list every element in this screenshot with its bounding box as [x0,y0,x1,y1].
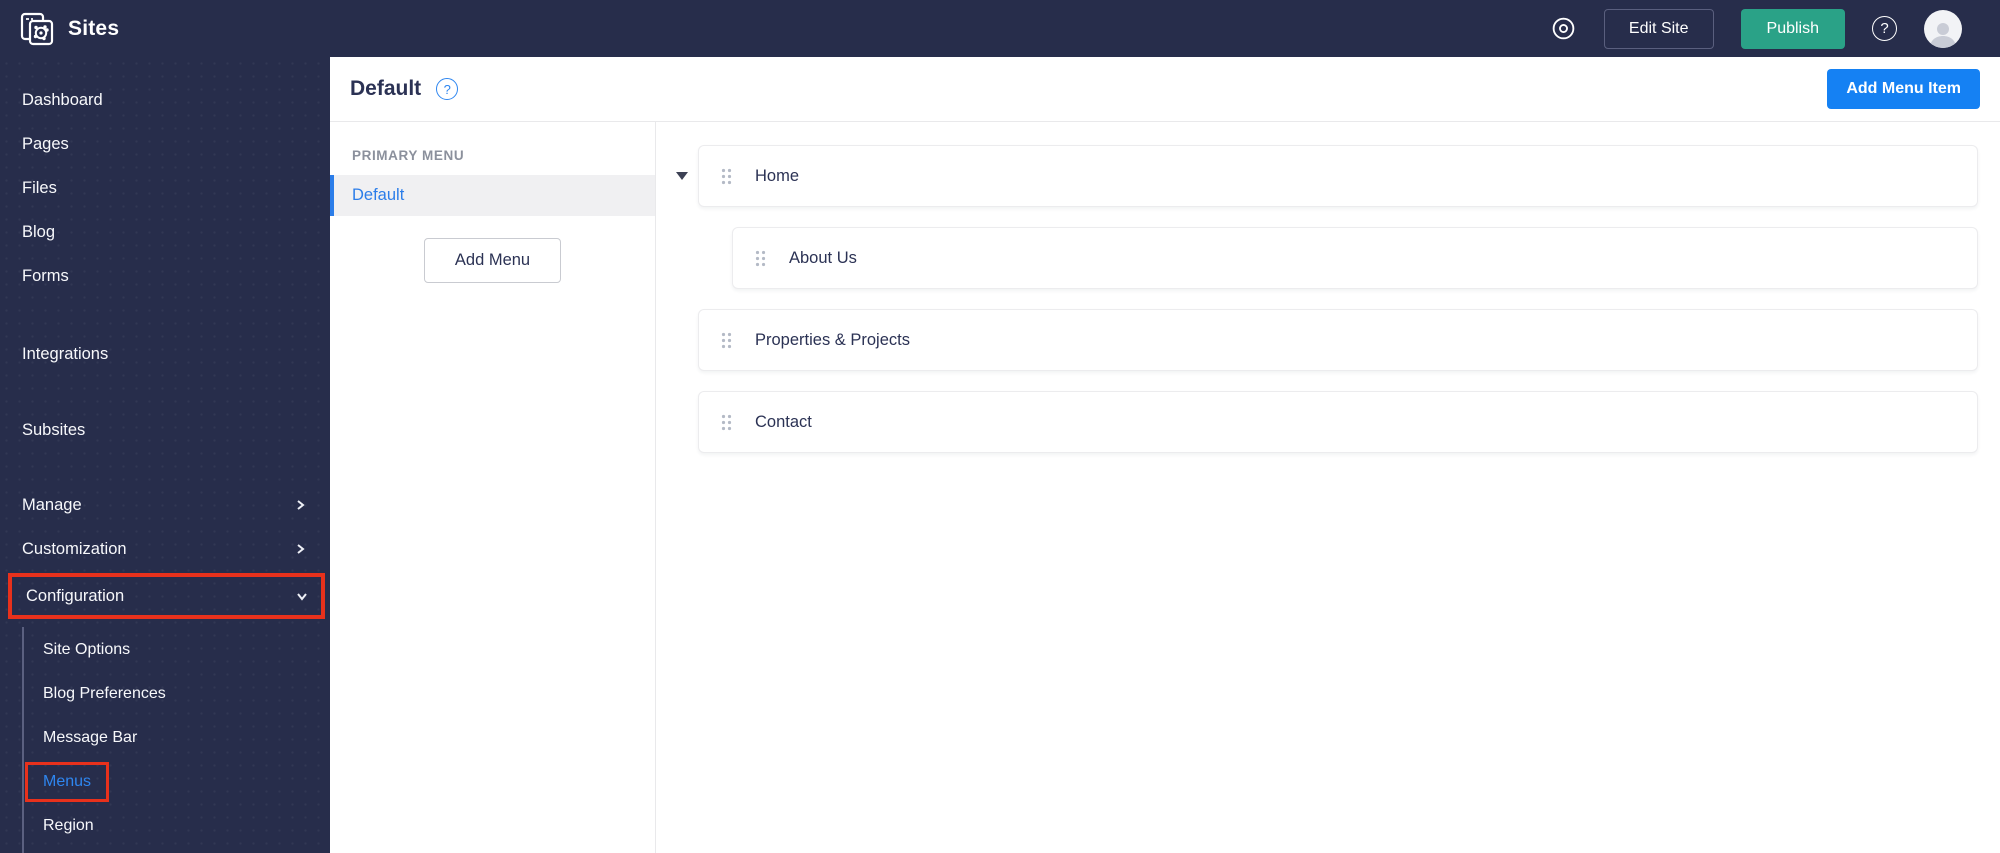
top-bar: Sites Edit Site Publish ? [0,0,2000,57]
menu-item-label: Home [755,166,800,185]
sidebar-group-configuration-label: Configuration [26,586,125,605]
preview-eye-icon[interactable] [1550,15,1577,42]
sidebar-group-configuration[interactable]: Configuration [8,573,325,619]
sidebar-item-pages[interactable]: Pages [0,122,330,166]
sidebar-group-manage[interactable]: Manage [0,483,330,527]
sidebar-item-menus[interactable]: Menus [0,760,330,804]
sidebar-item-dashboard[interactable]: Dashboard [0,78,330,122]
sites-logo-icon [18,10,56,48]
sidebar-item-blog[interactable]: Blog [0,210,330,254]
menu-item-label: About Us [789,248,857,267]
sidebar-group-manage-label: Manage [22,495,82,514]
page-title: Default [350,77,422,100]
menu-item-card-home[interactable]: Home [698,145,1978,207]
chevron-right-icon [297,500,305,510]
menu-item-label: Contact [755,412,812,431]
sidebar-item-files[interactable]: Files [0,166,330,210]
edit-site-button[interactable]: Edit Site [1603,8,1714,49]
chevron-right-icon [297,544,305,554]
menu-item-row: Properties & Projects [656,309,1978,371]
sidebar-group-customization-label: Customization [22,539,127,558]
app-title: Sites [68,16,120,40]
page-header: Default ? Add Menu Item [330,57,2000,122]
menu-item-label: Properties & Projects [755,330,910,349]
menus-annotation-box: Menus [25,762,110,802]
menu-item-row: About Us [656,227,1978,289]
add-menu-button[interactable]: Add Menu [423,238,562,283]
sidebar-item-forms[interactable]: Forms [0,254,330,298]
sidebar-group-customization[interactable]: Customization [0,527,330,571]
menu-item-card-properties-projects[interactable]: Properties & Projects [698,309,1978,371]
menu-items-list: Home About Us Properties & Projects Cont… [656,122,2000,853]
add-menu-item-button[interactable]: Add Menu Item [1827,69,1980,109]
menu-entry-default[interactable]: Default [330,175,655,216]
user-avatar[interactable] [1924,9,1962,48]
menu-list-panel: PRIMARY MENU Default Add Menu [330,122,656,853]
primary-menu-label: PRIMARY MENU [352,148,465,163]
drag-handle-icon[interactable] [721,168,732,185]
menu-item-card-contact[interactable]: Contact [698,391,1978,453]
sidebar-item-message-bar[interactable]: Message Bar [0,716,330,760]
sidebar-navigation: Dashboard Pages Files Blog Forms Integra… [0,57,330,853]
help-icon[interactable]: ? [1872,16,1897,41]
sidebar-item-subsites[interactable]: Subsites [0,408,330,452]
menu-item-card-about-us[interactable]: About Us [732,227,1978,289]
drag-handle-icon[interactable] [721,332,732,349]
drag-handle-icon[interactable] [755,250,766,267]
submenu-indent-guide [22,627,24,853]
chevron-down-icon [297,593,307,601]
menu-item-row: Contact [656,391,1978,453]
title-help-icon[interactable]: ? [436,78,459,100]
sidebar-item-region[interactable]: Region [0,804,330,848]
sidebar-item-integrations[interactable]: Integrations [0,332,330,376]
drag-handle-icon[interactable] [721,414,732,431]
menu-item-row: Home [656,145,1978,207]
sidebar-item-blog-preferences[interactable]: Blog Preferences [0,672,330,716]
publish-button[interactable]: Publish [1740,8,1845,49]
collapse-caret-icon[interactable] [676,172,688,180]
sidebar-item-site-options[interactable]: Site Options [0,628,330,672]
